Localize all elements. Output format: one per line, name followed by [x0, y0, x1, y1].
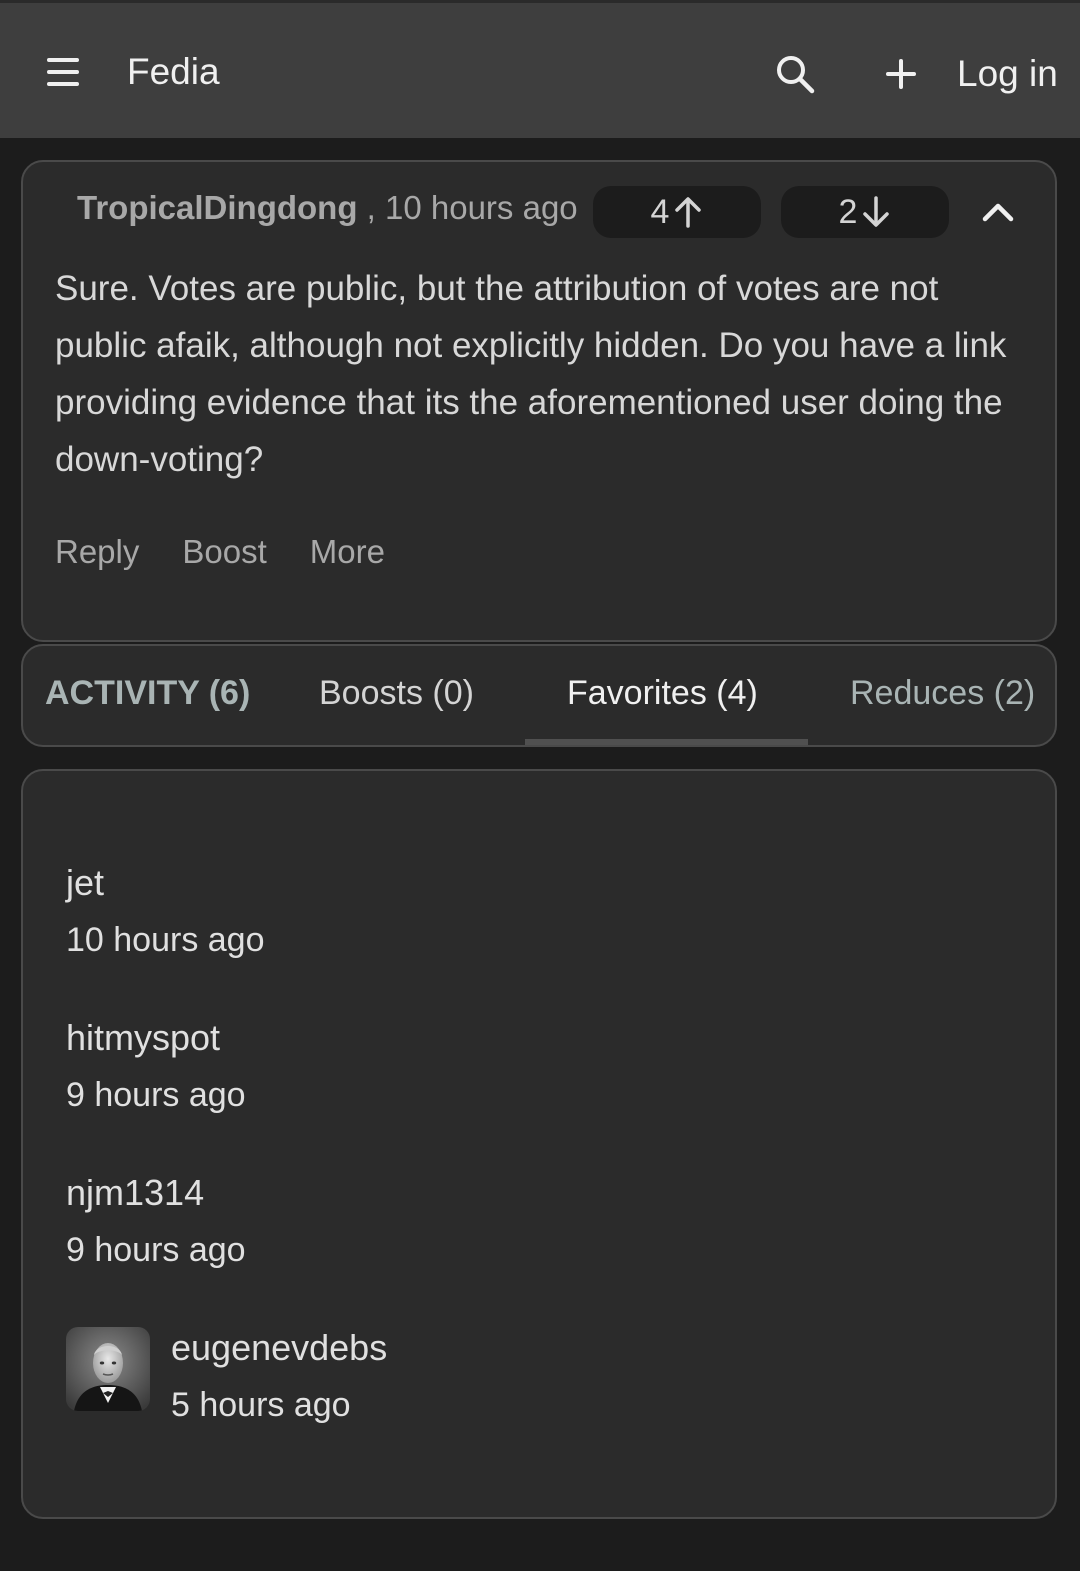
comment-author[interactable]: TropicalDingdong: [77, 189, 357, 226]
tab-favorites[interactable]: Favorites (4): [567, 670, 758, 716]
search-button[interactable]: [770, 49, 820, 99]
user-time: 9 hours ago: [66, 1231, 246, 1269]
list-item: njm1314 9 hours ago: [66, 1169, 246, 1274]
favorites-list: jet 10 hours ago hitmyspot 9 hours ago n…: [21, 769, 1057, 1519]
search-icon: [777, 56, 815, 94]
reply-button[interactable]: Reply: [55, 530, 139, 574]
active-tab-indicator: [525, 739, 808, 745]
chevron-up-icon: [982, 203, 1014, 222]
arrow-down-icon: [863, 196, 890, 227]
user-name[interactable]: jet: [66, 859, 265, 907]
top-bar: Fedia Log in: [0, 0, 1080, 138]
downvote-count: 2: [838, 192, 858, 231]
avatar-portrait: [66, 1327, 150, 1411]
user-time: 10 hours ago: [66, 921, 265, 959]
login-link[interactable]: Log in: [957, 49, 1058, 99]
comment-actions: Reply Boost More: [55, 530, 385, 574]
more-button[interactable]: More: [310, 530, 385, 574]
menu-button[interactable]: [40, 49, 86, 95]
user-name[interactable]: hitmyspot: [66, 1014, 246, 1062]
menu-icon: [47, 58, 79, 86]
list-item: eugenevdebs 5 hours ago: [171, 1324, 387, 1429]
downvote-button[interactable]: 2: [781, 186, 949, 238]
upvote-button[interactable]: 4: [593, 186, 761, 238]
upvote-count: 4: [650, 192, 670, 231]
user-name[interactable]: eugenevdebs: [171, 1324, 387, 1372]
user-time: 5 hours ago: [171, 1386, 351, 1424]
tab-reduces[interactable]: Reduces (2): [850, 670, 1035, 716]
arrow-up-icon: [675, 197, 702, 228]
plus-icon: [886, 59, 916, 89]
site-brand[interactable]: Fedia: [127, 47, 220, 97]
boost-button[interactable]: Boost: [182, 530, 266, 574]
avatar[interactable]: [66, 1327, 150, 1411]
list-item: jet 10 hours ago: [66, 859, 265, 964]
meta-separator: ,: [366, 189, 376, 226]
activity-tabs: ACTIVITY (6) Boosts (0) Favorites (4) Re…: [21, 644, 1057, 747]
comment-card: TropicalDingdong , 10 hours ago 4 2 Sure…: [21, 160, 1057, 642]
user-time: 9 hours ago: [66, 1076, 246, 1114]
comment-time: 10 hours ago: [385, 189, 578, 226]
collapse-button[interactable]: [973, 186, 1023, 238]
add-button[interactable]: [876, 49, 926, 99]
comment-body: Sure. Votes are public, but the attribut…: [55, 269, 1007, 479]
tab-activity[interactable]: ACTIVITY (6): [45, 670, 250, 716]
list-item: hitmyspot 9 hours ago: [66, 1014, 246, 1119]
comment-meta: TropicalDingdong , 10 hours ago: [77, 188, 578, 228]
user-name[interactable]: njm1314: [66, 1169, 246, 1217]
tab-boosts[interactable]: Boosts (0): [319, 670, 474, 716]
